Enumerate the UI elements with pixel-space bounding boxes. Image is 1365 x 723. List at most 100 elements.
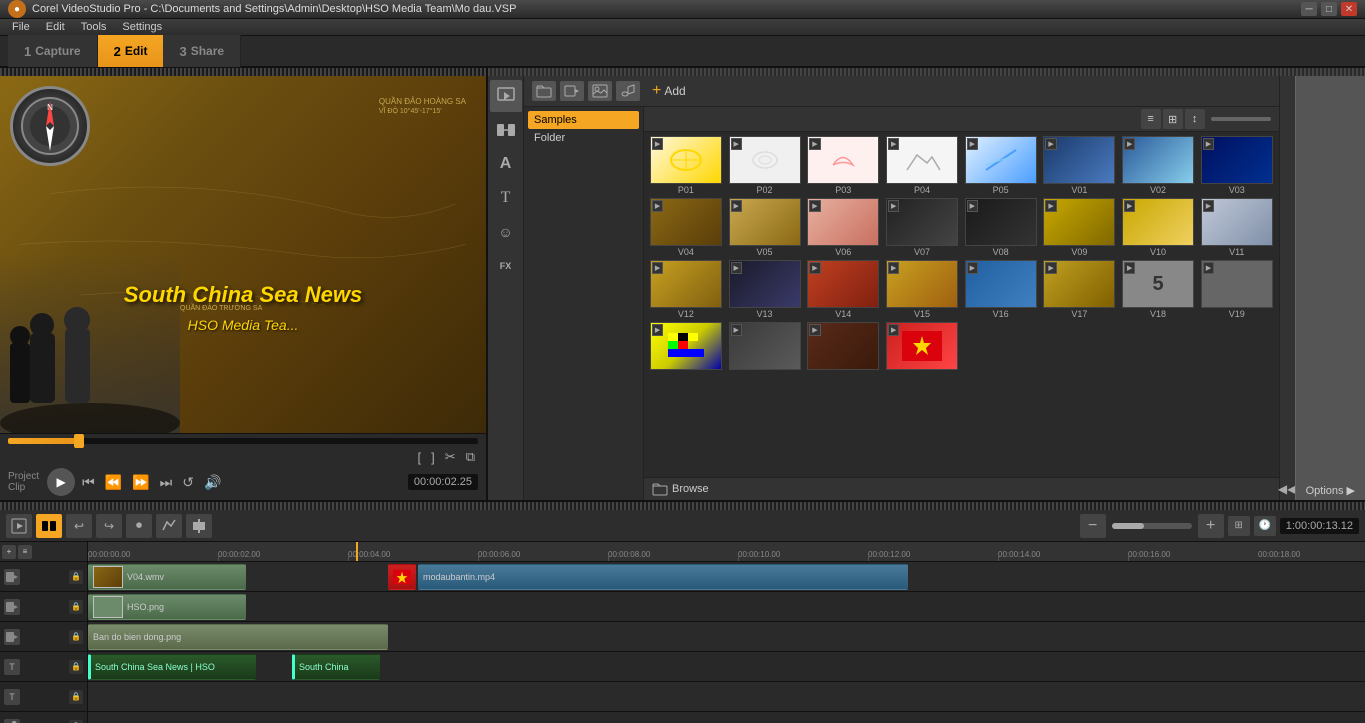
- media-item-v08[interactable]: ▶ V08: [963, 198, 1039, 257]
- overlay1-track-lock[interactable]: 🔒: [69, 600, 83, 614]
- media-item-p04[interactable]: ▶ P04: [884, 136, 960, 195]
- text1-track-lock[interactable]: 🔒: [69, 660, 83, 674]
- progress-thumb[interactable]: [74, 434, 84, 448]
- media-item-p01[interactable]: ▶ P01: [648, 136, 724, 195]
- library-video-btn[interactable]: [560, 81, 584, 101]
- tl-zoom-slider[interactable]: [1112, 523, 1192, 529]
- menu-settings[interactable]: Settings: [114, 19, 170, 35]
- tree-folder[interactable]: Folder: [528, 129, 639, 147]
- media-item-v12[interactable]: ▶ V12: [648, 260, 724, 319]
- video-track-lock[interactable]: 🔒: [69, 570, 83, 584]
- expand-tracks-btn[interactable]: +: [2, 545, 16, 559]
- tl-clock-btn[interactable]: 🕐: [1254, 516, 1276, 536]
- cut-button[interactable]: ✂: [442, 448, 459, 466]
- media-item-v02[interactable]: ▶ V02: [1120, 136, 1196, 195]
- tool-face[interactable]: ☺: [490, 216, 522, 248]
- media-item-v07[interactable]: ▶ V07: [884, 198, 960, 257]
- clip-bandobiendong[interactable]: Ban do bien dong.png: [88, 624, 388, 650]
- media-item-v05[interactable]: ▶ V05: [727, 198, 803, 257]
- next-frame-button[interactable]: ⏭: [157, 472, 176, 493]
- tool-text[interactable]: T: [490, 182, 522, 214]
- prev-frame-button[interactable]: ⏮: [79, 472, 98, 493]
- media-item-v15[interactable]: ▶ V15: [884, 260, 960, 319]
- library-audio-btn[interactable]: [616, 81, 640, 101]
- tool-titles[interactable]: A: [490, 148, 522, 180]
- media-item-v17[interactable]: ▶ V17: [1042, 260, 1118, 319]
- menu-edit[interactable]: Edit: [38, 19, 73, 35]
- tl-video-track-btn[interactable]: [6, 514, 32, 538]
- timeline-drag-handle[interactable]: [0, 502, 1365, 510]
- media-item-v01[interactable]: ▶ V01: [1042, 136, 1118, 195]
- clip-text1-southchina[interactable]: South China Sea News | HSO: [88, 654, 256, 680]
- browse-button[interactable]: Browse: [644, 477, 1279, 500]
- tree-samples[interactable]: Samples: [528, 111, 639, 129]
- media-item-p05[interactable]: ▶ P05: [963, 136, 1039, 195]
- media-item-v03[interactable]: ▶ V03: [1199, 136, 1275, 195]
- collapse-library-btn[interactable]: ◀◀: [1279, 76, 1295, 500]
- voice-track-lock[interactable]: 🔒: [69, 720, 83, 723]
- close-button[interactable]: ✕: [1341, 2, 1357, 16]
- tl-redo-btn[interactable]: ↪: [96, 514, 122, 538]
- loop-button[interactable]: ↺: [179, 472, 197, 493]
- media-item-p02[interactable]: ▶ P02: [727, 136, 803, 195]
- clip-hso[interactable]: HSO.png: [88, 594, 246, 620]
- play-button[interactable]: ▶: [47, 468, 75, 496]
- tl-storyboard-btn[interactable]: [36, 514, 62, 538]
- library-folder-btn[interactable]: [532, 81, 556, 101]
- zoom-slider[interactable]: [1211, 117, 1271, 121]
- clip-v04[interactable]: V04.wmv: [88, 564, 246, 590]
- tab-capture[interactable]: 1 Capture: [8, 35, 98, 67]
- overlay2-track-lock[interactable]: 🔒: [69, 630, 83, 644]
- maximize-button[interactable]: □: [1321, 2, 1337, 16]
- step-fwd-button[interactable]: ⏩: [129, 472, 152, 493]
- tl-time-nav-btn[interactable]: ⊞: [1228, 516, 1250, 536]
- copy-button[interactable]: ⧉: [463, 448, 478, 466]
- media-item-extra1[interactable]: ▶: [648, 322, 724, 371]
- tool-fx[interactable]: FX: [490, 250, 522, 282]
- media-item-v18[interactable]: ▶ 5 V18: [1120, 260, 1196, 319]
- clip-modaubantin[interactable]: modaubantin.mp4: [418, 564, 908, 590]
- media-item-v19[interactable]: ▶ V19: [1199, 260, 1275, 319]
- options-button[interactable]: Options ▶: [1295, 76, 1365, 500]
- tool-media[interactable]: [490, 80, 522, 112]
- media-item-v11[interactable]: ▶ V11: [1199, 198, 1275, 257]
- library-photo-btn[interactable]: [588, 81, 612, 101]
- media-item-v13[interactable]: ▶ V13: [727, 260, 803, 319]
- media-item-extra2[interactable]: ▶: [727, 322, 803, 371]
- progress-bar[interactable]: [8, 438, 478, 444]
- media-item-extra4[interactable]: ▶: [884, 322, 960, 371]
- menu-file[interactable]: File: [4, 19, 38, 35]
- trim-start-button[interactable]: [: [415, 449, 425, 466]
- tab-edit[interactable]: 2 Edit: [98, 35, 164, 67]
- tl-mix-btn[interactable]: [156, 514, 182, 538]
- media-item-v06[interactable]: ▶ V06: [805, 198, 881, 257]
- step-back-button[interactable]: ⏪: [102, 472, 125, 493]
- trim-end-button[interactable]: ]: [428, 449, 438, 466]
- tl-zoom-in-btn[interactable]: +: [1198, 514, 1224, 538]
- right-drag-handle[interactable]: [488, 68, 1365, 76]
- text2-track-lock[interactable]: 🔒: [69, 690, 83, 704]
- volume-button[interactable]: 🔊: [201, 472, 224, 493]
- menu-tools[interactable]: Tools: [73, 19, 115, 35]
- tool-transitions[interactable]: [490, 114, 522, 146]
- media-item-extra3[interactable]: ▶: [805, 322, 881, 371]
- media-item-v16[interactable]: ▶ V16: [963, 260, 1039, 319]
- media-item-v04[interactable]: ▶ V04: [648, 198, 724, 257]
- tl-zoom-out-btn[interactable]: −: [1080, 514, 1106, 538]
- collapse-tracks-btn[interactable]: ≡: [18, 545, 32, 559]
- media-item-v14[interactable]: ▶ V14: [805, 260, 881, 319]
- media-item-v10[interactable]: ▶ V10: [1120, 198, 1196, 257]
- clip-flag[interactable]: [388, 564, 416, 590]
- minimize-button[interactable]: ─: [1301, 2, 1317, 16]
- clip-text2-southchina[interactable]: South China: [292, 654, 380, 680]
- add-media-button[interactable]: + Add: [644, 80, 694, 102]
- grid-view-btn[interactable]: ⊞: [1163, 109, 1183, 129]
- tl-snap-btn[interactable]: [186, 514, 212, 538]
- media-item-v09[interactable]: ▶ V09: [1042, 198, 1118, 257]
- list-view-btn[interactable]: ≡: [1141, 109, 1161, 129]
- preview-drag-handle[interactable]: [0, 68, 486, 76]
- tl-undo-btn[interactable]: ↩: [66, 514, 92, 538]
- sort-btn[interactable]: ↕: [1185, 109, 1205, 129]
- tab-share[interactable]: 3 Share: [163, 35, 241, 67]
- tl-record-btn[interactable]: ⏺: [126, 514, 152, 538]
